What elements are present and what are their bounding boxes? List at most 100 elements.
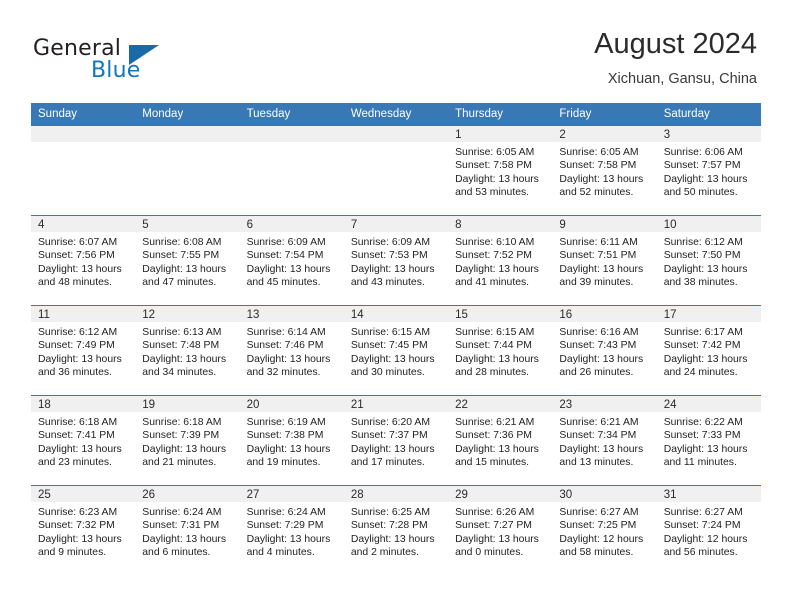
calendar-day-cell[interactable]: 14 Sunrise: 6:15 AM Sunset: 7:45 PM Dayligh… <box>343 305 449 396</box>
sunrise-text: Sunrise: 6:05 AM <box>559 147 639 158</box>
sunset-text: Sunset: 7:56 PM <box>38 250 115 262</box>
day-details: Sunrise: 6:13 AM Sunset: 7:48 PM Daylight:… <box>135 322 239 380</box>
general-blue-logo[interactable]: General Blue <box>33 36 243 86</box>
daylight-text-line2: and 30 minutes. <box>350 367 425 379</box>
day-number: 6 <box>239 216 344 232</box>
calendar-day-cell[interactable]: 21 Sunrise: 6:20 AM Sunset: 7:37 PM Dayligh… <box>343 395 449 486</box>
page-title: August 2024 <box>594 28 757 60</box>
sunset-text: Sunset: 7:53 PM <box>350 250 428 262</box>
day-number: 27 <box>239 486 344 502</box>
calendar-day-cell[interactable]: 3 Sunrise: 6:06 AM Sunset: 7:57 PM Daylight… <box>656 126 761 216</box>
calendar-day-cell[interactable]: 31 Sunrise: 6:27 AM Sunset: 7:24 PM Dayligh… <box>656 485 761 575</box>
sunrise-text: Sunrise: 6:27 AM <box>663 507 743 518</box>
weekday-header-wednesday: Wednesday <box>343 103 449 126</box>
title-block: August 2024 Xichuan, Gansu, China <box>594 26 757 89</box>
day-number: 26 <box>135 486 240 502</box>
daylight-text-line2: and 13 minutes. <box>559 457 634 469</box>
daylight-text-line2: and 34 minutes. <box>142 367 217 379</box>
daylight-text-line2: and 23 minutes. <box>38 457 112 469</box>
calendar-week-row: 11 Sunrise: 6:12 AM Sunset: 7:49 PM Dayligh… <box>31 305 761 396</box>
calendar-day-cell[interactable]: 17 Sunrise: 6:17 AM Sunset: 7:42 PM Dayligh… <box>656 305 761 396</box>
calendar-day-cell[interactable]: 8 Sunrise: 6:10 AM Sunset: 7:52 PM Daylight… <box>448 215 553 306</box>
day-number <box>239 126 344 142</box>
day-details: Sunrise: 6:27 AM Sunset: 7:25 PM Daylight:… <box>552 502 656 560</box>
calendar-cell-empty <box>31 126 136 216</box>
sunset-text: Sunset: 7:42 PM <box>663 340 741 352</box>
daylight-text-line1: Daylight: 13 hours <box>663 173 748 185</box>
calendar-day-cell[interactable]: 25 Sunrise: 6:23 AM Sunset: 7:32 PM Dayligh… <box>31 485 136 575</box>
calendar-day-cell[interactable]: 4 Sunrise: 6:07 AM Sunset: 7:56 PM Daylight… <box>31 215 136 306</box>
daylight-text-line2: and 11 minutes. <box>663 457 737 469</box>
calendar-day-cell[interactable]: 6 Sunrise: 6:09 AM Sunset: 7:54 PM Daylight… <box>239 215 344 306</box>
day-details: Sunrise: 6:09 AM Sunset: 7:54 PM Daylight:… <box>240 232 344 290</box>
calendar-day-cell[interactable]: 19 Sunrise: 6:18 AM Sunset: 7:39 PM Dayligh… <box>135 395 240 486</box>
daylight-text-line1: Daylight: 13 hours <box>559 353 644 365</box>
sunrise-text: Sunrise: 6:24 AM <box>246 507 326 518</box>
sunrise-text: Sunrise: 6:10 AM <box>455 237 535 248</box>
day-details: Sunrise: 6:12 AM Sunset: 7:49 PM Daylight:… <box>31 322 135 380</box>
daylight-text-line2: and 53 minutes. <box>455 187 530 199</box>
day-number: 20 <box>239 396 344 412</box>
sunset-text: Sunset: 7:37 PM <box>350 430 428 442</box>
daylight-text-line2: and 6 minutes. <box>142 547 211 559</box>
sunrise-text: Sunrise: 6:21 AM <box>559 417 639 428</box>
calendar-day-cell[interactable]: 20 Sunrise: 6:19 AM Sunset: 7:38 PM Dayligh… <box>239 395 344 486</box>
day-number: 3 <box>656 126 761 142</box>
calendar-day-cell[interactable]: 7 Sunrise: 6:09 AM Sunset: 7:53 PM Daylight… <box>343 215 449 306</box>
calendar-cell-empty <box>135 126 240 216</box>
sunset-text: Sunset: 7:33 PM <box>663 430 741 442</box>
day-number: 31 <box>656 486 761 502</box>
calendar-body: 1 Sunrise: 6:05 AM Sunset: 7:58 PM Daylight… <box>31 126 761 575</box>
day-number: 15 <box>448 306 553 322</box>
calendar-week-row: 25 Sunrise: 6:23 AM Sunset: 7:32 PM Dayligh… <box>31 485 761 575</box>
sunset-text: Sunset: 7:36 PM <box>455 430 532 442</box>
day-number: 19 <box>135 396 240 412</box>
calendar-day-cell[interactable]: 24 Sunrise: 6:22 AM Sunset: 7:33 PM Dayligh… <box>656 395 761 486</box>
calendar-day-cell[interactable]: 30 Sunrise: 6:27 AM Sunset: 7:25 PM Dayligh… <box>552 485 657 575</box>
sunrise-text: Sunrise: 6:19 AM <box>246 417 326 428</box>
calendar-day-cell[interactable]: 27 Sunrise: 6:24 AM Sunset: 7:29 PM Dayligh… <box>239 485 344 575</box>
calendar-day-cell[interactable]: 22 Sunrise: 6:21 AM Sunset: 7:36 PM Dayligh… <box>448 395 553 486</box>
calendar-day-cell[interactable]: 9 Sunrise: 6:11 AM Sunset: 7:51 PM Daylight… <box>552 215 657 306</box>
calendar-day-cell[interactable]: 26 Sunrise: 6:24 AM Sunset: 7:31 PM Dayligh… <box>135 485 240 575</box>
daylight-text-line1: Daylight: 13 hours <box>663 263 748 275</box>
calendar-day-cell[interactable]: 28 Sunrise: 6:25 AM Sunset: 7:28 PM Dayligh… <box>343 485 449 575</box>
day-details: Sunrise: 6:07 AM Sunset: 7:56 PM Daylight:… <box>31 232 135 290</box>
sunrise-text: Sunrise: 6:24 AM <box>142 507 222 518</box>
daylight-text-line1: Daylight: 13 hours <box>455 533 539 545</box>
calendar-day-cell[interactable]: 5 Sunrise: 6:08 AM Sunset: 7:55 PM Daylight… <box>135 215 240 306</box>
calendar-day-cell[interactable]: 11 Sunrise: 6:12 AM Sunset: 7:49 PM Dayligh… <box>31 305 136 396</box>
calendar-day-cell[interactable]: 29 Sunrise: 6:26 AM Sunset: 7:27 PM Dayligh… <box>448 485 553 575</box>
calendar-day-cell[interactable]: 13 Sunrise: 6:14 AM Sunset: 7:46 PM Dayligh… <box>239 305 344 396</box>
daylight-text-line1: Daylight: 13 hours <box>142 443 227 455</box>
day-number: 22 <box>448 396 553 412</box>
calendar-day-cell[interactable]: 16 Sunrise: 6:16 AM Sunset: 7:43 PM Dayligh… <box>552 305 657 396</box>
daylight-text-line2: and 52 minutes. <box>559 187 634 199</box>
daylight-text-line2: and 19 minutes. <box>246 457 321 469</box>
sunrise-text: Sunrise: 6:22 AM <box>663 417 743 428</box>
calendar-day-cell[interactable]: 10 Sunrise: 6:12 AM Sunset: 7:50 PM Dayligh… <box>656 215 761 306</box>
day-number: 18 <box>31 396 136 412</box>
calendar-day-cell[interactable]: 23 Sunrise: 6:21 AM Sunset: 7:34 PM Dayligh… <box>552 395 657 486</box>
daylight-text-line2: and 56 minutes. <box>663 547 738 559</box>
sunset-text: Sunset: 7:39 PM <box>142 430 220 442</box>
day-number: 11 <box>31 306 136 322</box>
calendar-day-cell[interactable]: 18 Sunrise: 6:18 AM Sunset: 7:41 PM Dayligh… <box>31 395 136 486</box>
day-number: 7 <box>343 216 449 232</box>
calendar-day-cell[interactable]: 12 Sunrise: 6:13 AM Sunset: 7:48 PM Dayligh… <box>135 305 240 396</box>
day-details: Sunrise: 6:23 AM Sunset: 7:32 PM Daylight:… <box>31 502 135 560</box>
sunset-text: Sunset: 7:55 PM <box>142 250 220 262</box>
sunset-text: Sunset: 7:28 PM <box>350 520 428 532</box>
calendar-day-cell[interactable]: 1 Sunrise: 6:05 AM Sunset: 7:58 PM Daylight… <box>448 126 553 216</box>
calendar-week-row: 18 Sunrise: 6:18 AM Sunset: 7:41 PM Dayligh… <box>31 395 761 486</box>
weekday-header-thursday: Thursday <box>448 103 553 126</box>
day-details: Sunrise: 6:21 AM Sunset: 7:36 PM Daylight:… <box>448 412 552 470</box>
daylight-text-line2: and 15 minutes. <box>455 457 530 469</box>
daylight-text-line1: Daylight: 13 hours <box>246 533 331 545</box>
calendar-day-cell[interactable]: 15 Sunrise: 6:15 AM Sunset: 7:44 PM Dayligh… <box>448 305 553 396</box>
day-details: Sunrise: 6:08 AM Sunset: 7:55 PM Daylight:… <box>135 232 239 290</box>
day-details: Sunrise: 6:25 AM Sunset: 7:28 PM Daylight:… <box>344 502 448 560</box>
calendar-day-cell[interactable]: 2 Sunrise: 6:05 AM Sunset: 7:58 PM Daylight… <box>552 126 657 216</box>
sunrise-text: Sunrise: 6:09 AM <box>246 237 326 248</box>
sunset-text: Sunset: 7:43 PM <box>559 340 637 352</box>
